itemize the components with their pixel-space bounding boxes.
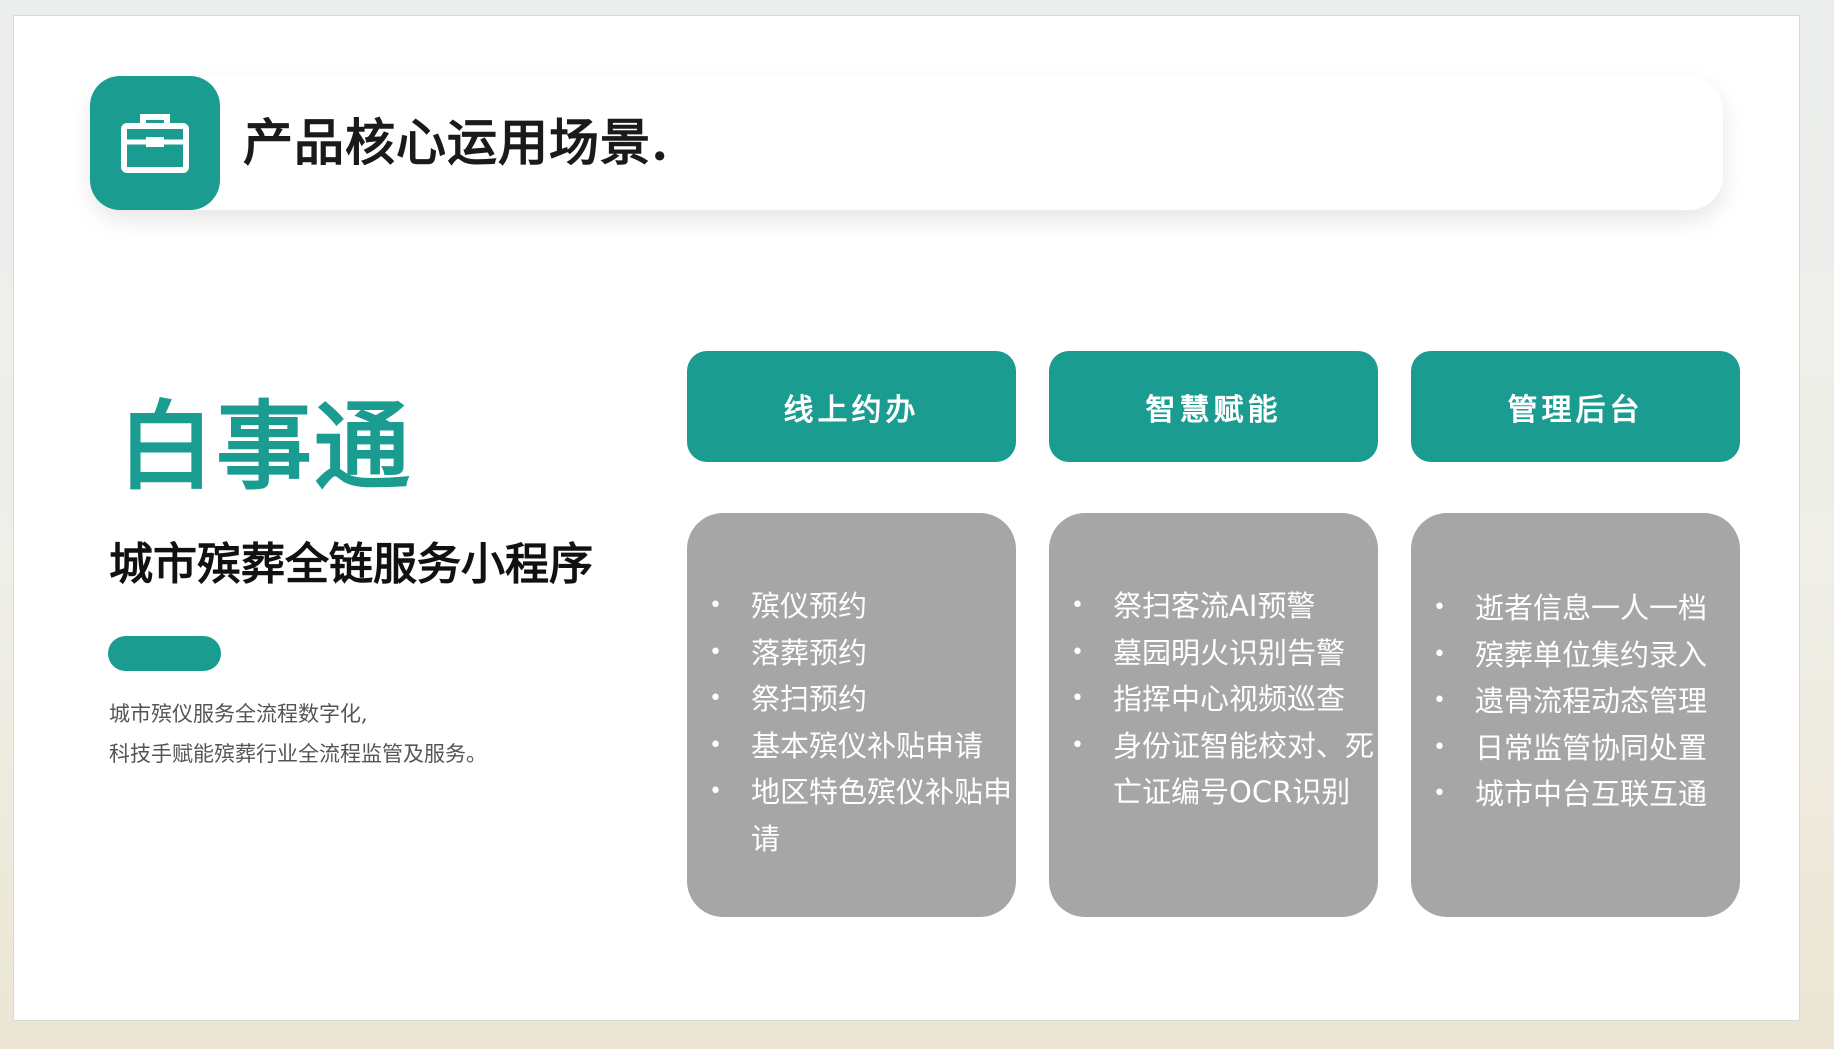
- header-icon-tile: [90, 76, 220, 210]
- page-title: 产品核心运用场景.: [243, 113, 670, 172]
- bullet-icon: •: [709, 593, 722, 618]
- bullet-icon: •: [709, 779, 722, 804]
- column-header-online-booking: 线上约办: [687, 351, 1016, 462]
- tagline: 城市殡葬全链服务小程序: [109, 539, 593, 590]
- column-card-admin-backend: • 逝者信息一人一档 • 殡葬单位集约录入 • 遗骨流程动态管理 • 日常监管协同处置 …: [1411, 513, 1740, 917]
- list-item: • 祭扫预约: [687, 676, 1013, 723]
- bullet-icon: •: [1433, 595, 1446, 620]
- list-item: • 身份证智能校对、死亡证编号OCR识别: [1049, 723, 1375, 816]
- column-header-smart-empower: 智慧赋能: [1049, 351, 1378, 462]
- list-item: • 日常监管协同处置: [1411, 725, 1737, 772]
- bullet-icon: •: [1071, 593, 1084, 618]
- column-card-online-booking: • 殡仪预约 • 落葬预约 • 祭扫预约 • 基本殡仪补贴申请 • 地区特色殡仪补贴申请: [687, 513, 1016, 917]
- description-line: 城市殡仪服务全流程数字化,: [109, 702, 368, 726]
- list-item: • 地区特色殡仪补贴申请: [687, 769, 1013, 862]
- bullet-icon: •: [1071, 639, 1084, 665]
- bullet-icon: •: [1071, 686, 1084, 711]
- bullet-icon: •: [1433, 688, 1446, 713]
- bullet-icon: •: [1071, 732, 1084, 758]
- list-item: • 遗骨流程动态管理: [1411, 678, 1737, 725]
- brand-name: 白事通: [118, 390, 412, 503]
- accent-pill: [108, 636, 221, 671]
- description-line: 科技手赋能殡葬行业全流程监管及服务。: [109, 742, 487, 766]
- briefcase-icon: [121, 114, 189, 173]
- bullet-icon: •: [709, 686, 722, 711]
- list-item: • 祭扫客流AI预警: [1049, 583, 1375, 630]
- column-header-admin-backend: 管理后台: [1411, 351, 1740, 462]
- bullet-icon: •: [1433, 781, 1446, 806]
- bullet-icon: •: [1433, 734, 1446, 760]
- list-item: • 指挥中心视频巡查: [1049, 676, 1375, 723]
- list-item: • 落葬预约: [687, 630, 1013, 677]
- bullet-icon: •: [709, 639, 722, 665]
- list-item: • 墓园明火识别告警: [1049, 630, 1375, 677]
- list-item: • 殡葬单位集约录入: [1411, 632, 1737, 679]
- description: 城市殡仪服务全流程数字化, 科技手赋能殡葬行业全流程监管及服务。: [109, 694, 487, 774]
- list-item: • 城市中台互联互通: [1411, 771, 1737, 818]
- bullet-icon: •: [709, 732, 722, 758]
- column-card-smart-empower: • 祭扫客流AI预警 • 墓园明火识别告警 • 指挥中心视频巡查 • 身份证智能校对、死…: [1049, 513, 1378, 917]
- list-item: • 殡仪预约: [687, 583, 1013, 630]
- list-item: • 基本殡仪补贴申请: [687, 723, 1013, 770]
- bullet-icon: •: [1433, 641, 1446, 667]
- list-item: • 逝者信息一人一档: [1411, 585, 1737, 632]
